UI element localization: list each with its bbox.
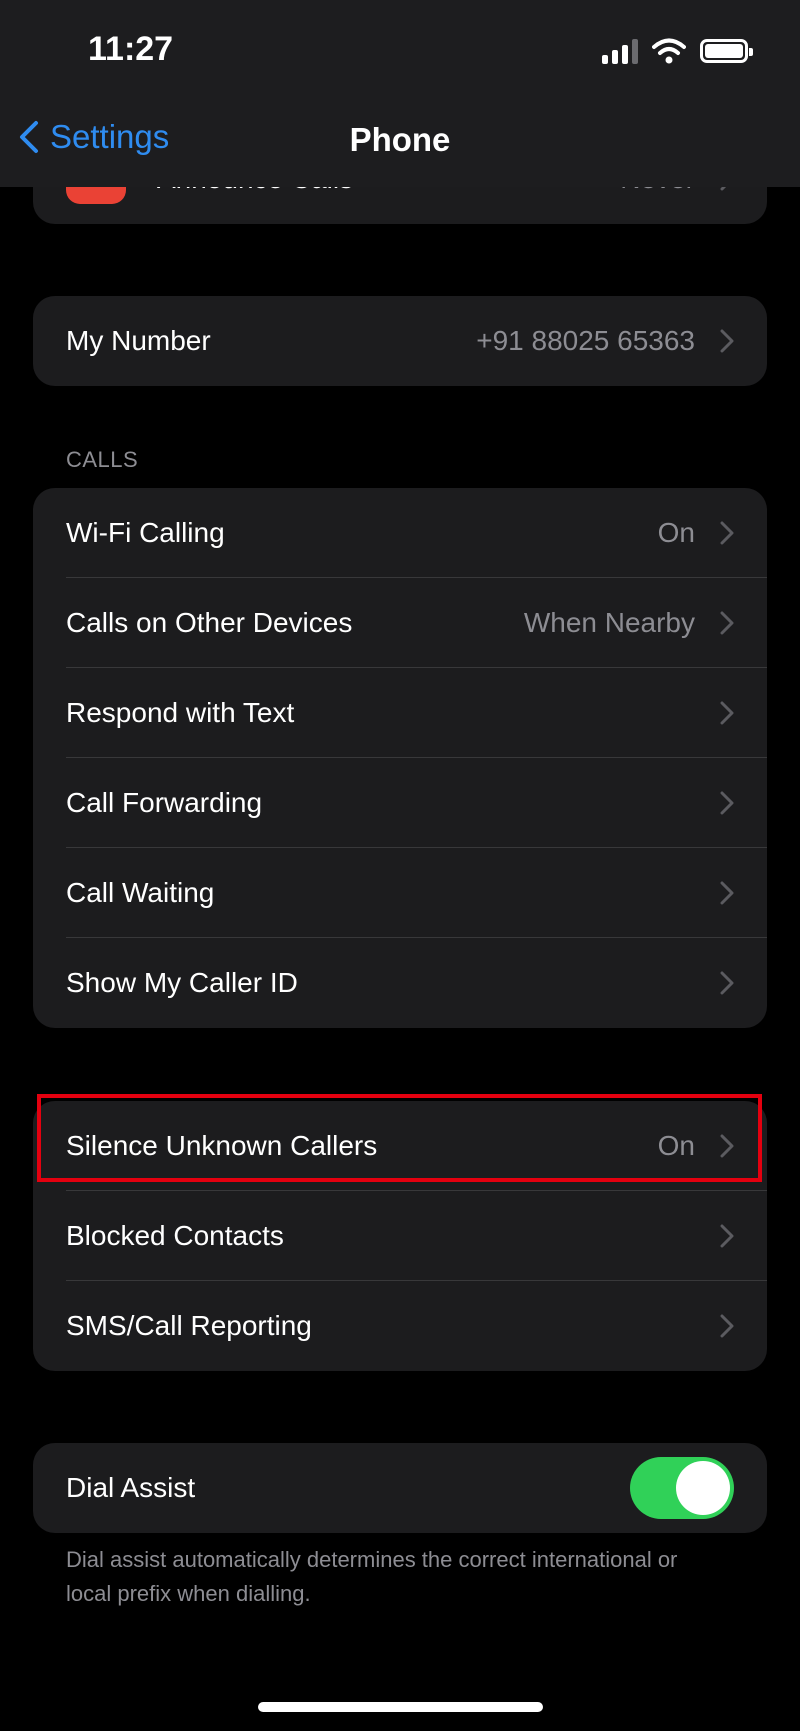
- row-label: Wi-Fi Calling: [66, 517, 225, 548]
- row-value: On: [657, 1130, 695, 1161]
- dial-assist-card: Dial Assist: [33, 1443, 767, 1533]
- dial-assist-row: Dial Assist: [33, 1443, 767, 1533]
- sms-call-reporting-row[interactable]: SMS/Call Reporting: [33, 1281, 767, 1371]
- blocking-card: Silence Unknown Callers On Blocked Conta…: [33, 1101, 767, 1371]
- respond-with-text-row[interactable]: Respond with Text: [33, 668, 767, 758]
- calls-card: Wi-Fi Calling On Calls on Other Devices …: [33, 488, 767, 1028]
- chevron-right-icon: [720, 521, 734, 545]
- calls-section-header: CALLS: [66, 447, 139, 472]
- chevron-right-icon: [720, 971, 734, 995]
- my-number-label: My Number: [66, 325, 211, 356]
- show-my-caller-id-row[interactable]: Show My Caller ID: [33, 938, 767, 1028]
- row-label: Blocked Contacts: [66, 1220, 284, 1251]
- chevron-right-icon: [720, 791, 734, 815]
- row-label: SMS/Call Reporting: [66, 1310, 312, 1341]
- my-number-card: My Number +91 88025 65363: [33, 296, 767, 386]
- dial-assist-footer: Dial assist automatically determines the…: [66, 1547, 678, 1606]
- my-number-row[interactable]: My Number +91 88025 65363: [33, 296, 767, 386]
- wifi-icon: [652, 38, 686, 64]
- chevron-right-icon: [720, 701, 734, 725]
- chevron-right-icon: [720, 881, 734, 905]
- row-label: Respond with Text: [66, 697, 295, 728]
- row-value: When Nearby: [523, 607, 695, 638]
- row-label: Call Forwarding: [66, 787, 263, 818]
- row-label: Calls on Other Devices: [66, 607, 353, 638]
- call-waiting-row[interactable]: Call Waiting: [33, 848, 767, 938]
- row-value: On: [657, 517, 695, 548]
- home-indicator[interactable]: [258, 1702, 543, 1712]
- chevron-right-icon: [720, 329, 734, 353]
- silence-unknown-callers-row[interactable]: Silence Unknown Callers On: [33, 1101, 767, 1191]
- chevron-right-icon: [720, 611, 734, 635]
- wifi-calling-row[interactable]: Wi-Fi Calling On: [33, 488, 767, 578]
- status-icons: [602, 38, 753, 64]
- row-label: Silence Unknown Callers: [66, 1130, 378, 1161]
- chevron-right-icon: [720, 1134, 734, 1158]
- chevron-right-icon: [720, 1224, 734, 1248]
- battery-icon: [700, 39, 753, 63]
- calls-on-other-devices-row[interactable]: Calls on Other Devices When Nearby: [33, 578, 767, 668]
- blocked-contacts-row[interactable]: Blocked Contacts: [33, 1191, 767, 1281]
- chevron-right-icon: [720, 1314, 734, 1338]
- top-bar: 11:27 Settings Phone: [0, 0, 800, 187]
- my-number-value: +91 88025 65363: [476, 325, 695, 356]
- toggle-knob: [676, 1461, 730, 1515]
- page-title: Phone: [349, 121, 451, 158]
- dial-assist-toggle[interactable]: [630, 1457, 734, 1519]
- row-label: Call Waiting: [66, 877, 215, 908]
- row-label: Show My Caller ID: [66, 967, 298, 998]
- cellular-signal-icon: [602, 38, 638, 64]
- dial-assist-label: Dial Assist: [66, 1472, 196, 1503]
- status-time: 11:27: [88, 30, 174, 68]
- call-forwarding-row[interactable]: Call Forwarding: [33, 758, 767, 848]
